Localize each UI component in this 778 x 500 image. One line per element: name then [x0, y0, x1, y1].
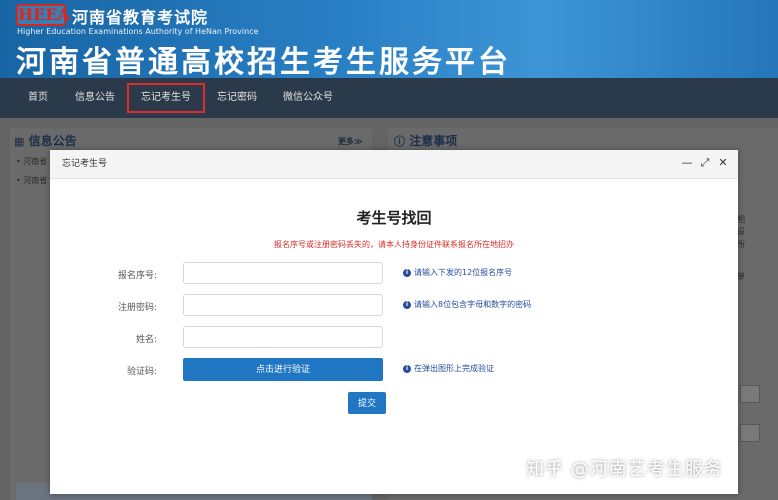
- captcha-hint: i 在弹出图形上完成验证: [403, 363, 494, 374]
- notices-heading: ⓘ 注意事项: [394, 134, 458, 148]
- dialog-title-bar: 忘记考生号 — ⤢ ✕: [50, 150, 738, 179]
- captcha-label: 验证码:: [126, 367, 157, 377]
- maximize-icon[interactable]: ⤢: [698, 156, 712, 170]
- form-heading: 考生号找回: [356, 209, 432, 227]
- more-link[interactable]: 更多≫: [338, 136, 362, 147]
- minimize-icon[interactable]: —: [680, 156, 694, 170]
- list-item[interactable]: • 河南省: [16, 156, 47, 167]
- notice-text-fragment: 单: [737, 272, 745, 281]
- registration-number-input[interactable]: [183, 262, 383, 284]
- site-header: HEEA 河南省教育考试院 Higher Education Examinati…: [0, 0, 778, 78]
- notice-text-fragment: 所: [737, 240, 745, 249]
- form-notice: 报名序号或注册密码丢失的，请本人持身份证件联系报名所在地招办: [274, 240, 514, 249]
- forgot-exam-number-dialog: 忘记考生号 — ⤢ ✕ 考生号找回 报名序号或注册密码丢失的，请本人持身份证件联…: [50, 150, 738, 494]
- org-name: 河南省教育考试院: [72, 8, 209, 27]
- underlay-box: [740, 424, 760, 442]
- heea-logo: HEEA: [16, 4, 70, 26]
- captcha-verify-button[interactable]: 点击进行验证: [183, 358, 383, 381]
- registration-number-hint: i 请输入下发的12位报名序号: [403, 267, 512, 278]
- notice-text-fragment: 设: [737, 227, 745, 236]
- platform-title: 河南省普通高校招生考生服务平台: [16, 45, 511, 78]
- nav-item-forgot-password[interactable]: 忘记密码: [217, 78, 257, 118]
- nav-item-wechat[interactable]: 微信公众号: [283, 78, 333, 118]
- info-icon: i: [403, 364, 411, 373]
- org-name-en: Higher Education Examinations Authority …: [17, 27, 259, 36]
- notice-text-fragment: 相: [737, 215, 745, 224]
- watermark: 知乎 @河南艺考生服务: [526, 459, 723, 480]
- info-icon: i: [403, 268, 411, 277]
- name-input[interactable]: [183, 326, 383, 348]
- announcements-heading: ▦ 信息公告: [14, 134, 77, 148]
- info-circle-icon: ⓘ: [394, 135, 405, 148]
- password-label: 注册密码:: [117, 303, 157, 313]
- close-icon[interactable]: ✕: [716, 156, 730, 170]
- name-label: 姓名:: [135, 335, 157, 345]
- password-input[interactable]: [183, 294, 383, 316]
- dialog-title: 忘记考生号: [62, 159, 108, 169]
- info-icon: i: [403, 300, 411, 309]
- submit-button[interactable]: 提交: [348, 392, 386, 414]
- underlay-box: [740, 385, 760, 403]
- list-item[interactable]: • 河南省: [16, 175, 47, 186]
- nav-item-home[interactable]: 首页: [28, 78, 48, 118]
- password-hint: i 请输入8位包含字母和数字的密码: [403, 299, 531, 310]
- main-nav: 首页 信息公告 忘记考生号 忘记密码 微信公众号: [0, 78, 778, 118]
- registration-number-label: 报名序号:: [117, 271, 157, 281]
- nav-item-announcements[interactable]: 信息公告: [75, 78, 115, 118]
- grid-icon: ▦: [14, 135, 25, 148]
- nav-item-forgot-exam-number[interactable]: 忘记考生号: [127, 83, 205, 113]
